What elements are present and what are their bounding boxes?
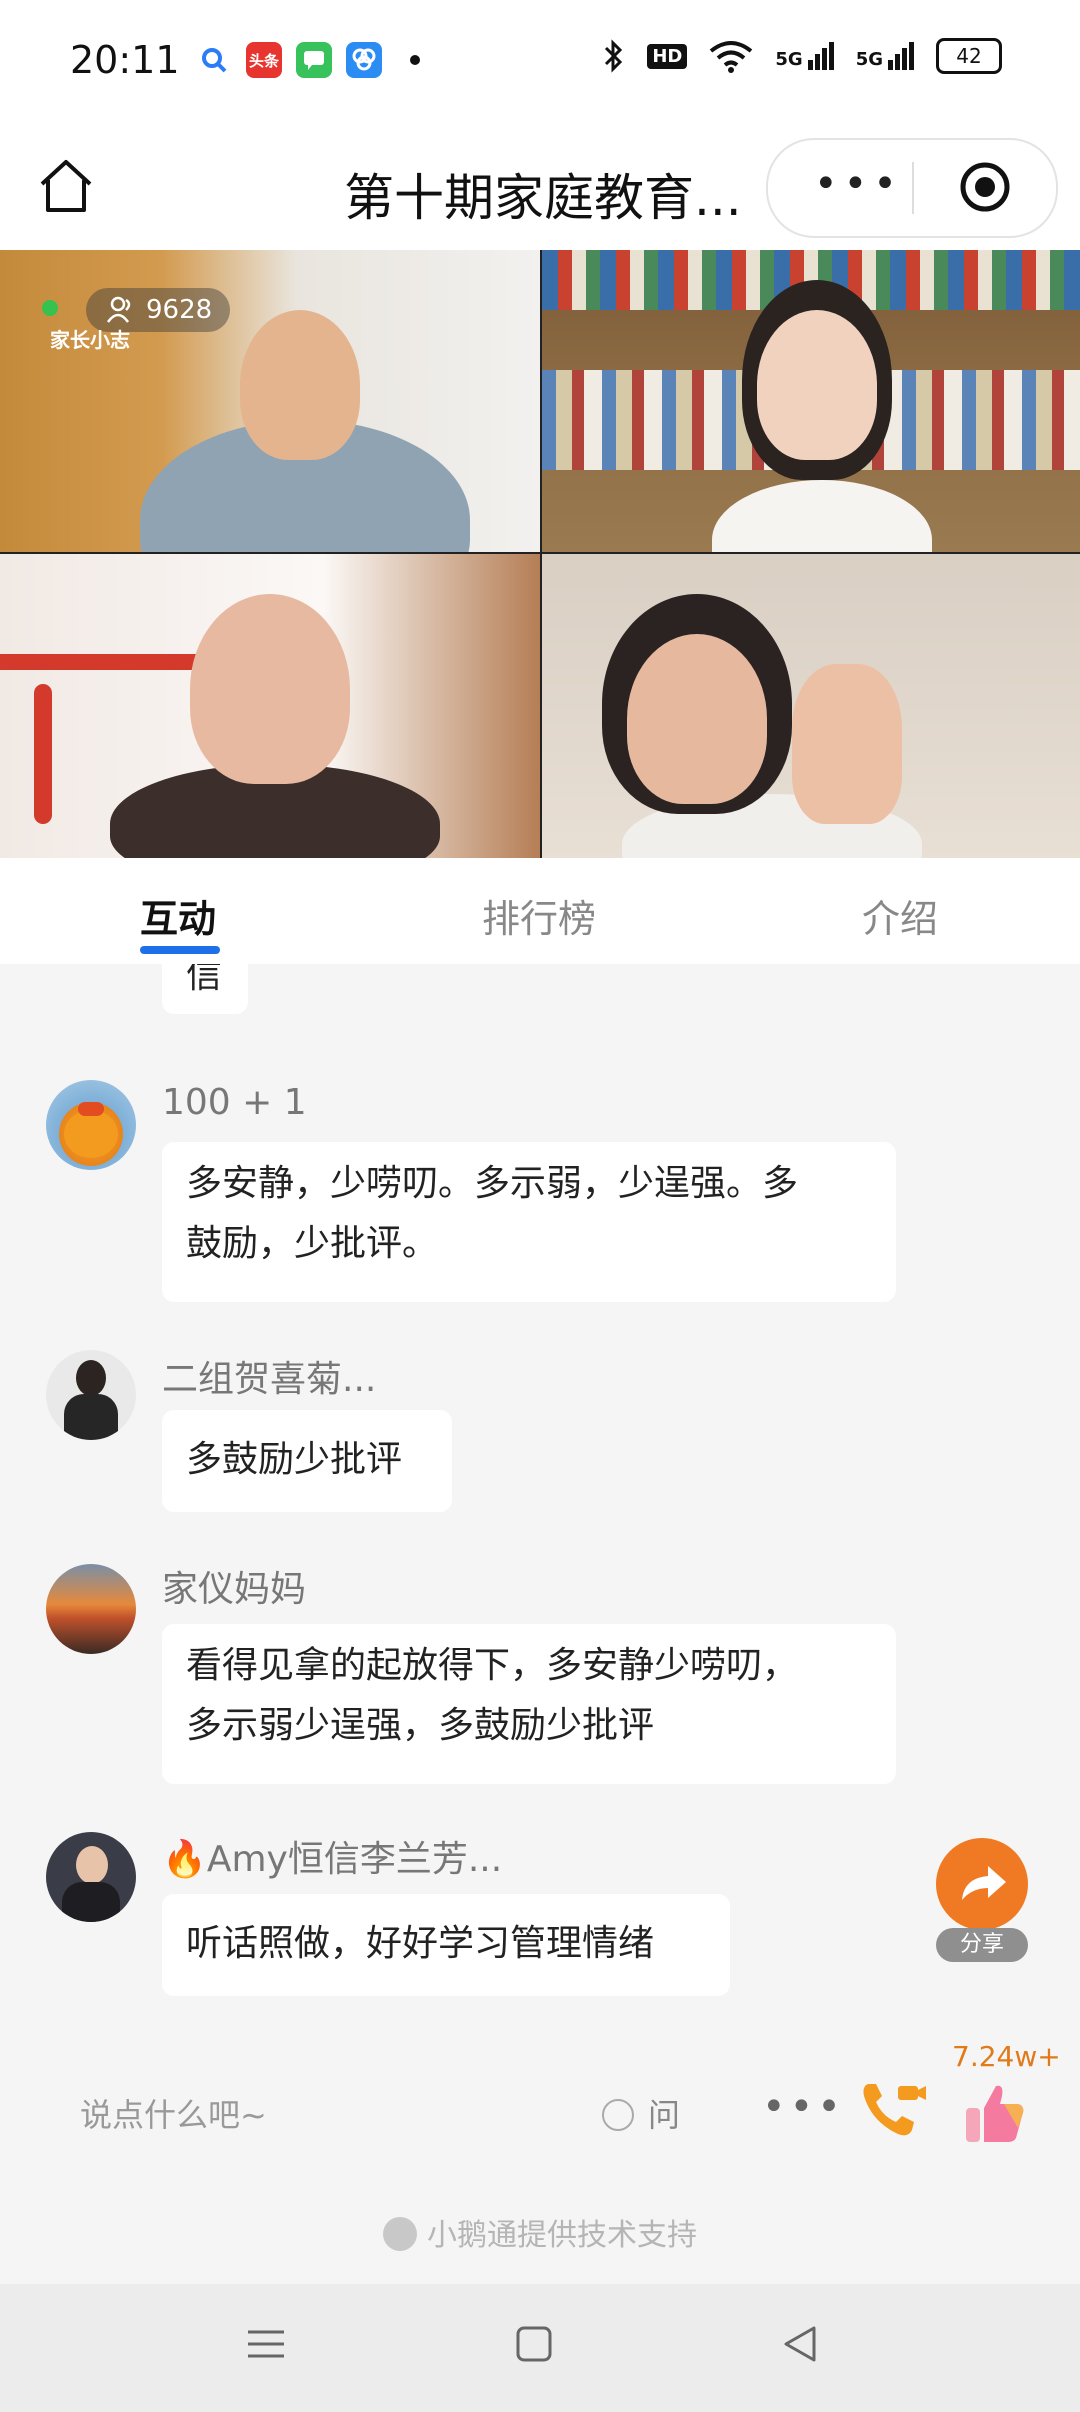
notification-dot-icon [410, 55, 420, 65]
signal-5g-icon: 5G [775, 42, 834, 70]
signal-5g-label-2: 5G [855, 49, 883, 70]
hd-text: HD [652, 45, 683, 67]
home-square-icon[interactable] [514, 2324, 554, 2364]
speaker-head [240, 310, 360, 460]
viewer-count: 9628 [146, 295, 213, 325]
chat-bubble: 多安静，少唠叨。多示弱，少逞强。多 鼓励，少批评。 [162, 1142, 896, 1302]
hd-icon: HD [647, 43, 688, 69]
avatar-duck-body [64, 1110, 118, 1158]
toutiao-icon: 头条 [246, 42, 282, 78]
video-tile-4[interactable] [542, 554, 1080, 860]
page-title: 第十期家庭教育... [344, 169, 742, 227]
avatar-duck-beak [78, 1102, 104, 1116]
xiaoe-logo-icon [383, 2217, 417, 2251]
avatar[interactable] [46, 1080, 136, 1170]
ask-toggle[interactable]: 问 [602, 2090, 680, 2136]
speaker-face [627, 634, 767, 804]
chat-text-line1: 多鼓励少批评 [186, 1439, 403, 1480]
tab-bar: 互动 排行榜 介绍 [0, 858, 1080, 964]
chat-text-line2: 多示弱少逞强，多鼓励少批评 [186, 1705, 655, 1746]
input-bar: 说点什么吧~ 问 ••• 7.24w+ [0, 2040, 1080, 2184]
chat-bubble: 听话照做，好好学习管理情绪 [162, 1894, 730, 1996]
red-decoration-2 [34, 684, 52, 824]
chat-username: 100 + 1 [162, 1082, 307, 1123]
share-arrow-icon [962, 1866, 1006, 1900]
raised-hand [792, 664, 902, 824]
ask-radio-icon [602, 2099, 634, 2131]
browser-icon [346, 42, 382, 78]
status-time: 20:11 [70, 38, 180, 82]
signal-5g-label: 5G [775, 49, 803, 70]
status-app-icons: 头条 [196, 42, 420, 78]
call-icon[interactable] [858, 2076, 928, 2142]
status-right: HD 5G 5G 42 [603, 38, 1002, 74]
viewers-icon [106, 296, 131, 323]
mini-program-capsule: ••• [766, 138, 1058, 238]
comment-input[interactable]: 说点什么吧~ [80, 2090, 267, 2136]
like-thumb-icon[interactable] [960, 2078, 1030, 2148]
close-target-icon[interactable] [958, 160, 1012, 214]
video-grid[interactable]: 9628 家长小志 [0, 250, 1080, 860]
tech-support-text: 小鹅通提供技术支持 [427, 2218, 697, 2253]
live-dot-icon [42, 300, 58, 316]
chat-username-text: Amy恒信李兰芳... [206, 1839, 503, 1880]
avatar-person-body [62, 1882, 120, 1922]
chat-text-line2: 鼓励，少批评。 [186, 1223, 439, 1264]
live-brand-watermark: 家长小志 [50, 328, 130, 352]
avatar-person-head [76, 1846, 108, 1884]
chat-username: 家仪妈妈 [162, 1569, 307, 1610]
video-tile-2[interactable] [542, 250, 1080, 552]
home-icon[interactable] [34, 154, 98, 218]
fire-emoji-icon: 🔥 [162, 1839, 207, 1880]
ask-label: 问 [648, 2096, 681, 2134]
back-triangle-icon[interactable] [780, 2324, 820, 2364]
chat-text-line1: 多安静，少唠叨。多示弱，少逞强。多 [186, 1163, 799, 1204]
tab-interaction[interactable]: 互动 [140, 888, 216, 943]
avatar-person-body [64, 1394, 118, 1440]
chat-username: 🔥Amy恒信李兰芳... [162, 1830, 502, 1882]
share-label[interactable]: 分享 [936, 1928, 1028, 1962]
capsule-divider [912, 162, 914, 214]
title-bar: 第十期家庭教育... ••• [0, 124, 1080, 250]
search-app-icon [196, 42, 232, 78]
signal-5g-icon-2: 5G [856, 42, 914, 70]
avatar[interactable] [46, 1832, 136, 1922]
speaker-figure [712, 480, 932, 552]
tech-support-footer: 小鹅通提供技术支持 [0, 2210, 1080, 2254]
avatar-person-head [76, 1360, 106, 1396]
chat-bubble: 多鼓励少批评 [162, 1410, 452, 1512]
tab-active-indicator [140, 946, 220, 954]
chat-text-line1: 看得见拿的起放得下，多安静少唠叨， [186, 1645, 799, 1686]
more-options-icon[interactable]: ••• [762, 2084, 845, 2130]
battery-icon: 42 [936, 38, 1002, 74]
video-tile-1[interactable]: 9628 家长小志 [0, 250, 540, 552]
wifi-icon [710, 41, 753, 73]
video-tile-3[interactable] [0, 554, 540, 860]
chat-username: 二组贺喜菊... [162, 1359, 377, 1400]
toutiao-icon-text: 头条 [248, 51, 279, 70]
bluetooth-icon [605, 39, 623, 73]
chat-bubble: 看得见拿的起放得下，多安静少唠叨， 多示弱少逞强，多鼓励少批评 [162, 1624, 896, 1784]
like-count: 7.24w+ [952, 2040, 1061, 2073]
chat-list[interactable]: 信 100 + 1 多安静，少唠叨。多示弱，少逞强。多 鼓励，少批评。 二组贺喜… [0, 964, 1080, 2044]
menu-icon[interactable] [246, 2324, 286, 2364]
chat-bubble-partial: 信 [162, 964, 248, 1014]
chat-text-line1: 听话照做，好好学习管理情绪 [186, 1923, 655, 1964]
avatar[interactable] [46, 1564, 136, 1654]
speaker-face [757, 310, 877, 460]
avatar[interactable] [46, 1350, 136, 1440]
red-decoration [0, 654, 200, 670]
tab-ranking[interactable]: 排行榜 [482, 888, 596, 943]
more-icon[interactable]: ••• [814, 164, 903, 204]
share-button[interactable] [936, 1838, 1028, 1930]
tab-intro[interactable]: 介绍 [862, 888, 938, 943]
status-bar: 20:11 头条 HD 5G 5G 42 [0, 0, 1080, 124]
messages-icon [296, 42, 332, 78]
system-nav-bar [0, 2284, 1080, 2412]
speaker-head [190, 594, 350, 784]
chat-text: 信 [186, 964, 223, 996]
battery-level: 42 [956, 44, 982, 68]
